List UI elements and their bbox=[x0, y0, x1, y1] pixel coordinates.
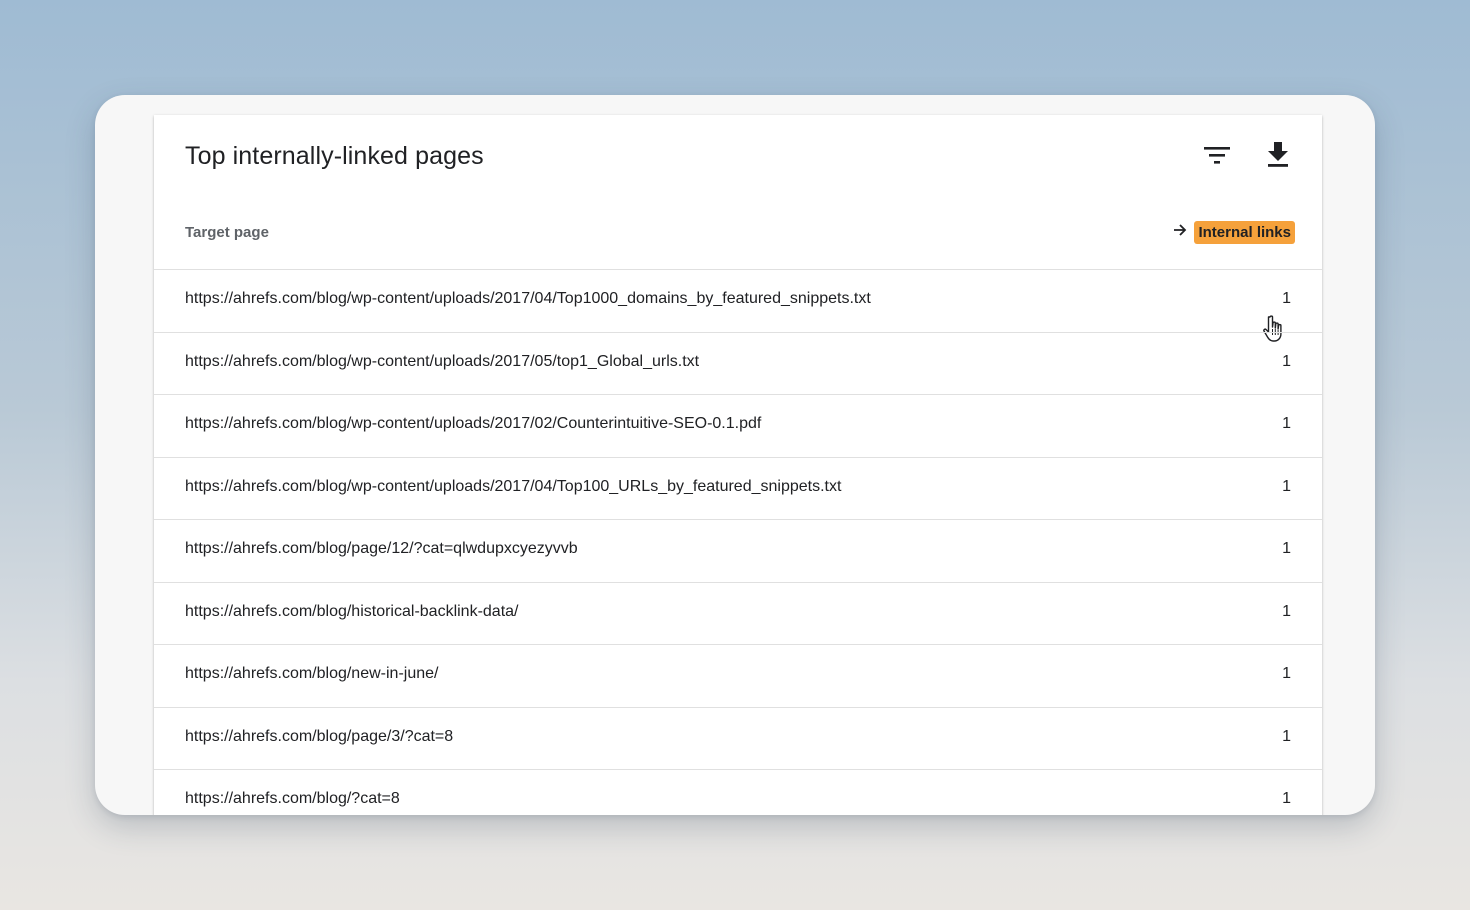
arrow-right-icon bbox=[1174, 223, 1187, 236]
column-header-target-page[interactable]: Target page bbox=[185, 224, 269, 241]
target-page-url[interactable]: https://ahrefs.com/blog/historical-backl… bbox=[185, 603, 518, 621]
internal-links-count: 1 bbox=[1282, 477, 1291, 495]
target-page-url[interactable]: https://ahrefs.com/blog/wp-content/uploa… bbox=[185, 478, 841, 496]
target-page-url[interactable]: https://ahrefs.com/blog/new-in-june/ bbox=[185, 665, 438, 683]
filter-button[interactable] bbox=[1199, 137, 1235, 173]
table-row[interactable]: https://ahrefs.com/blog/wp-content/uploa… bbox=[154, 395, 1322, 458]
table-row[interactable]: https://ahrefs.com/blog/wp-content/uploa… bbox=[154, 458, 1322, 520]
table-row[interactable]: https://ahrefs.com/blog/wp-content/uploa… bbox=[154, 333, 1322, 395]
target-page-url[interactable]: https://ahrefs.com/blog/page/3/?cat=8 bbox=[185, 728, 453, 746]
target-page-url[interactable]: https://ahrefs.com/blog/page/12/?cat=qlw… bbox=[185, 540, 578, 558]
table-row[interactable]: https://ahrefs.com/blog/page/12/?cat=qlw… bbox=[154, 520, 1322, 583]
target-page-url[interactable]: https://ahrefs.com/blog/wp-content/uploa… bbox=[185, 290, 871, 308]
card-title: Top internally-linked pages bbox=[185, 142, 484, 170]
target-page-url[interactable]: https://ahrefs.com/blog/?cat=8 bbox=[185, 790, 400, 808]
card-header: Top internally-linked pages bbox=[154, 115, 1322, 199]
top-linked-pages-card: Top internally-linked pages Target page bbox=[154, 115, 1322, 815]
internal-links-count: 1 bbox=[1282, 790, 1291, 807]
internal-links-count: 1 bbox=[1282, 540, 1291, 557]
screenshot-frame: Top internally-linked pages Target page bbox=[95, 95, 1375, 815]
internal-links-count: 1 bbox=[1282, 727, 1291, 745]
table-row[interactable]: https://ahrefs.com/blog/wp-content/uploa… bbox=[154, 270, 1322, 333]
table-header: Target page Internal links bbox=[154, 199, 1322, 342]
table-row[interactable]: https://ahrefs.com/blog/historical-backl… bbox=[154, 583, 1322, 645]
internal-links-count: 1 bbox=[1282, 602, 1291, 620]
table-row[interactable]: https://ahrefs.com/blog/?cat=8 1 bbox=[154, 770, 1322, 815]
internal-links-count: 1 bbox=[1282, 290, 1291, 307]
table-body: https://ahrefs.com/blog/wp-content/uploa… bbox=[154, 270, 1322, 815]
target-page-url[interactable]: https://ahrefs.com/blog/wp-content/uploa… bbox=[185, 415, 761, 433]
internal-links-count: 1 bbox=[1282, 665, 1291, 682]
table-row[interactable]: https://ahrefs.com/blog/page/3/?cat=8 1 bbox=[154, 708, 1322, 770]
download-icon bbox=[1268, 142, 1288, 167]
download-button[interactable] bbox=[1260, 137, 1296, 173]
internal-links-count: 1 bbox=[1282, 415, 1291, 432]
target-page-url[interactable]: https://ahrefs.com/blog/wp-content/uploa… bbox=[185, 353, 699, 371]
table-row[interactable]: https://ahrefs.com/blog/new-in-june/ 1 bbox=[154, 645, 1322, 708]
filter-icon bbox=[1204, 147, 1230, 164]
column-header-internal-links[interactable]: Internal links bbox=[1172, 221, 1295, 244]
internal-links-label: Internal links bbox=[1194, 221, 1295, 244]
internal-links-count: 1 bbox=[1282, 352, 1291, 370]
